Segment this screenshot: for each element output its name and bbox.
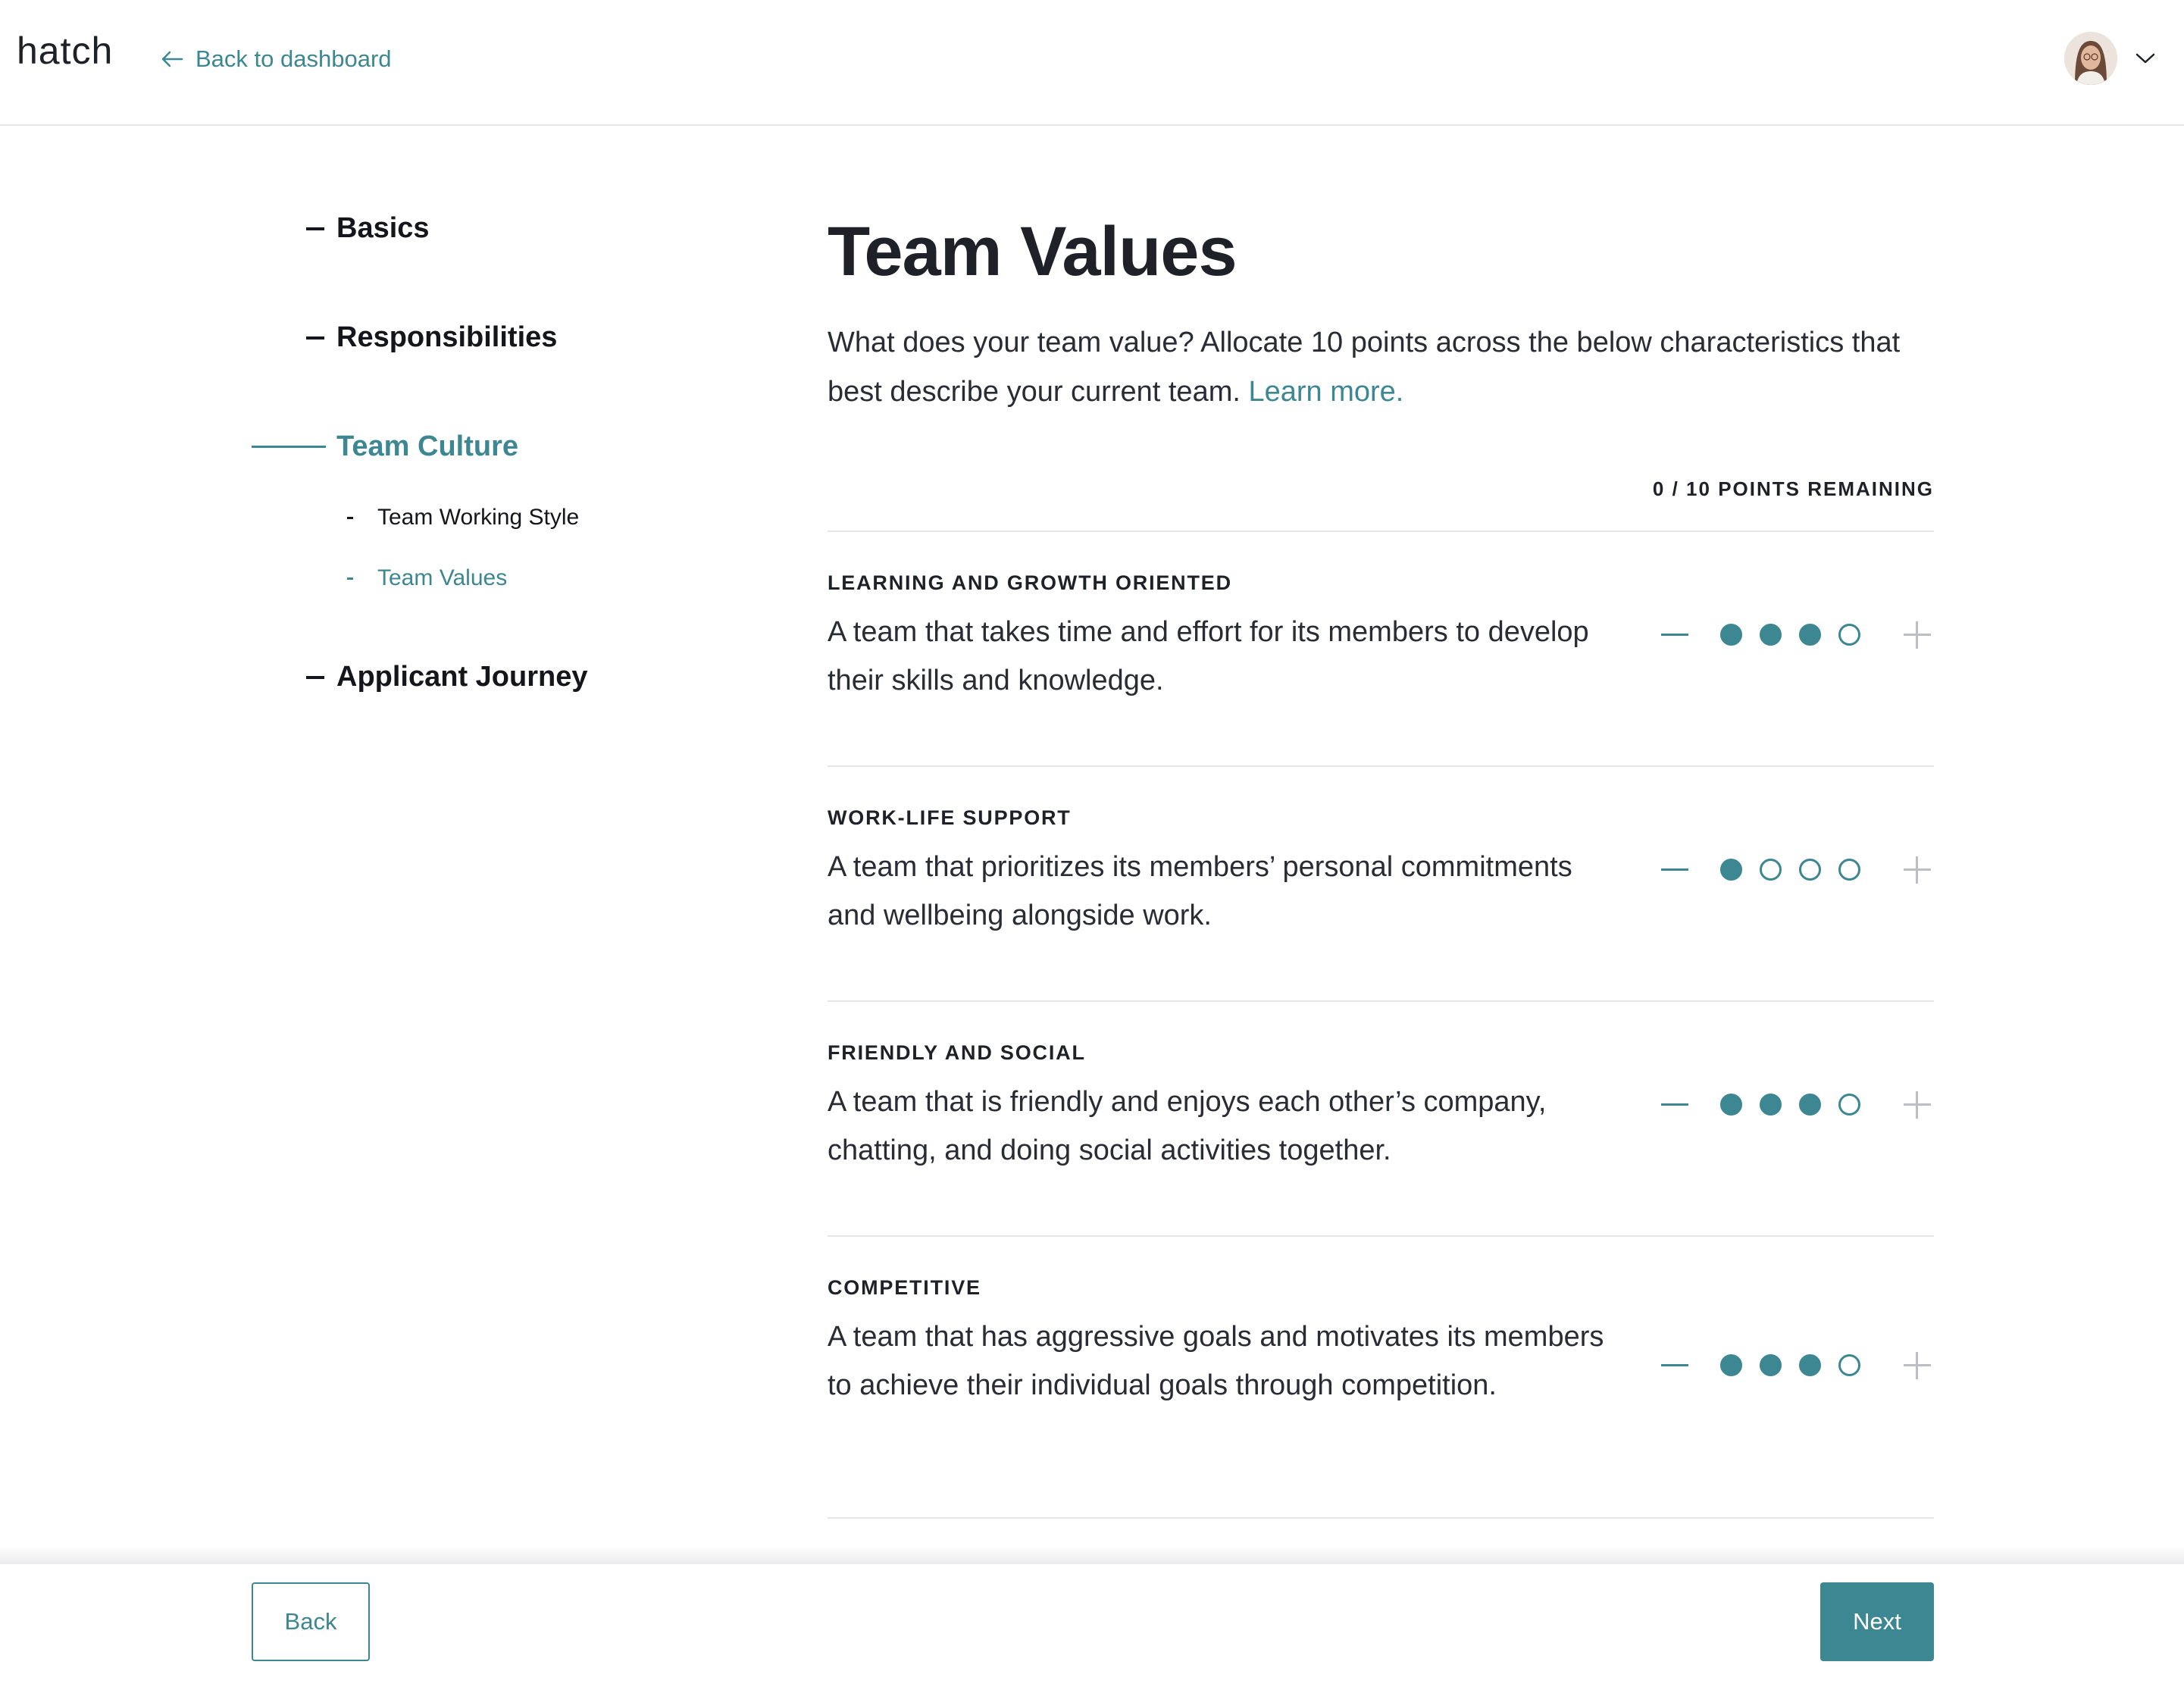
point-filled	[1799, 1094, 1821, 1116]
learn-more-link[interactable]: Learn more.	[1248, 376, 1403, 408]
sub-item-label: Team Values	[377, 565, 508, 590]
increase-button[interactable]	[1896, 1085, 1934, 1123]
nav-dash	[306, 675, 324, 679]
value-description: A team that takes time and effort for it…	[828, 616, 1589, 696]
hatch-logo[interactable]: hatch	[17, 29, 113, 73]
back-to-dashboard-label: Back to dashboard	[196, 45, 392, 72]
point-empty	[1838, 859, 1860, 881]
value-row-learning: LEARNING AND GROWTH ORIENTED A team that…	[828, 530, 1934, 765]
point-filled	[1720, 624, 1742, 646]
back-button[interactable]: Back	[252, 1582, 370, 1661]
value-row-competitive: COMPETITIVE A team that has aggressive g…	[828, 1235, 1934, 1519]
increase-button[interactable]	[1896, 850, 1934, 888]
nav-item-applicant-journey[interactable]: Applicant Journey	[306, 661, 588, 693]
value-row-work-life: WORK-LIFE SUPPORT A team that prioritize…	[828, 765, 1934, 1000]
decrease-button[interactable]	[1654, 615, 1691, 653]
point-filled	[1720, 859, 1742, 881]
point-filled	[1760, 624, 1782, 646]
point-filled	[1799, 624, 1821, 646]
value-description: A team that has aggressive goals and mot…	[828, 1321, 1604, 1401]
value-row-friendly: FRIENDLY AND SOCIAL A team that is frien…	[828, 1000, 1934, 1235]
decrease-button[interactable]	[1654, 850, 1691, 888]
user-menu[interactable]	[2064, 32, 2157, 85]
page-title: Team Values	[828, 213, 1237, 290]
value-label: WORK-LIFE SUPPORT	[828, 806, 1072, 829]
point-filled	[1720, 1094, 1742, 1116]
footer-actions: Back Next	[0, 1564, 2184, 1693]
point-filled	[1760, 1094, 1782, 1116]
chevron-down-icon[interactable]	[2134, 51, 2157, 66]
value-description: A team that prioritizes its members’ per…	[828, 851, 1572, 931]
point-empty	[1838, 1354, 1860, 1376]
point-empty	[1760, 859, 1782, 881]
points-stepper	[1654, 1085, 1934, 1123]
point-filled	[1760, 1354, 1782, 1376]
nav-active-line	[252, 446, 326, 448]
point-empty	[1799, 859, 1821, 881]
intro-text: What does your team value? Allocate 10 p…	[828, 318, 1919, 417]
point-filled	[1799, 1354, 1821, 1376]
points-stepper	[1654, 615, 1934, 653]
value-label: FRIENDLY AND SOCIAL	[828, 1041, 1086, 1064]
nav-item-label: Responsibilities	[336, 321, 558, 353]
points-remaining: 0 / 10 POINTS REMAINING	[1652, 477, 1934, 500]
nav-dash	[306, 227, 324, 230]
top-header: hatch Back to dashboard	[0, 0, 2184, 126]
next-button[interactable]: Next	[1820, 1582, 1934, 1661]
nav-item-label: Basics	[336, 212, 430, 244]
sub-item-team-working-style[interactable]: Team Working Style	[347, 505, 579, 530]
value-label: LEARNING AND GROWTH ORIENTED	[828, 571, 1232, 594]
value-label: COMPETITIVE	[828, 1276, 981, 1299]
user-avatar[interactable]	[2064, 32, 2117, 85]
nav-item-basics[interactable]: Basics	[306, 212, 430, 245]
increase-button[interactable]	[1896, 615, 1934, 653]
bottom-shadow	[0, 1546, 2184, 1564]
value-description: A team that is friendly and enjoys each …	[828, 1086, 1547, 1166]
points-stepper	[1654, 850, 1934, 888]
sub-item-marker	[347, 577, 353, 580]
point-filled	[1720, 1354, 1742, 1376]
nav-item-label: Team Culture	[336, 430, 519, 462]
back-to-dashboard-link[interactable]: Back to dashboard	[161, 45, 392, 73]
nav-item-label: Applicant Journey	[336, 661, 588, 693]
sub-item-marker	[347, 516, 353, 519]
increase-button[interactable]	[1896, 1346, 1934, 1384]
decrease-button[interactable]	[1654, 1346, 1691, 1384]
nav-item-team-culture[interactable]: Team Culture	[252, 430, 518, 463]
sub-item-label: Team Working Style	[377, 505, 580, 530]
decrease-button[interactable]	[1654, 1085, 1691, 1123]
points-stepper	[1654, 1346, 1934, 1384]
point-empty	[1838, 624, 1860, 646]
avatar-image	[2064, 32, 2117, 85]
nav-dash	[306, 336, 324, 340]
nav-item-responsibilities[interactable]: Responsibilities	[306, 321, 557, 354]
sub-item-team-values[interactable]: Team Values	[347, 565, 507, 591]
point-empty	[1838, 1094, 1860, 1116]
arrow-left-icon	[161, 51, 183, 67]
